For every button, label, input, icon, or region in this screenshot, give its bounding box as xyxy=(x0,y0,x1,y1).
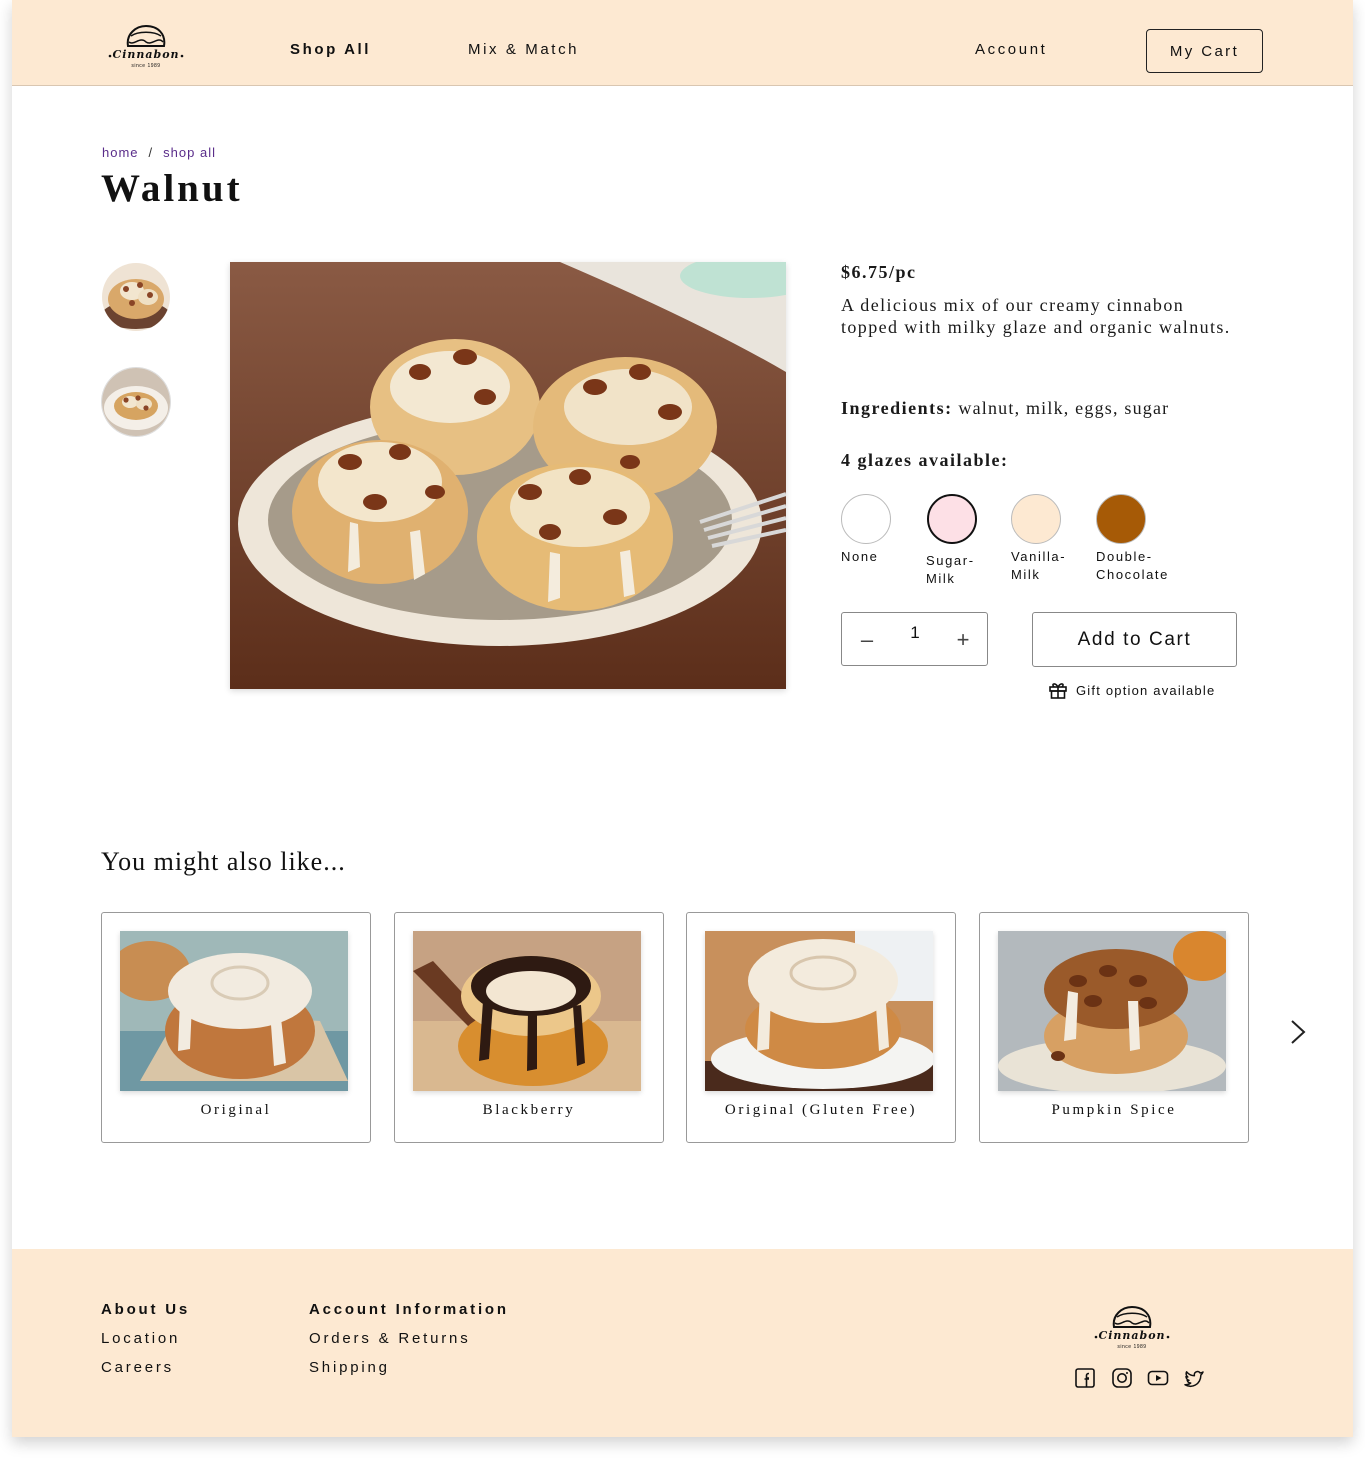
glazes-title: 4 glazes available: xyxy=(841,450,1009,470)
footer-about-heading: About Us xyxy=(101,1301,191,1318)
breadcrumb: home / shop all xyxy=(102,145,216,160)
ingredients-label: Ingredients: xyxy=(841,398,953,418)
product-card-label: Blackberry xyxy=(482,1102,576,1118)
product-card-original-gluten-free[interactable]: Original (Gluten Free) xyxy=(686,912,956,1143)
glaze-label-sugar-milk: Sugar-Milk xyxy=(926,553,975,586)
product-ingredients: Ingredients: walnut, milk, eggs, sugar xyxy=(841,398,1169,419)
gift-icon xyxy=(1049,683,1067,699)
brand-name: Cinnabon xyxy=(112,48,180,61)
product-card-pumpkin-spice[interactable]: Pumpkin Spice xyxy=(979,912,1249,1143)
product-card-image xyxy=(998,931,1226,1091)
footer-link-orders-returns[interactable]: Orders & Returns xyxy=(309,1330,509,1347)
quantity-value[interactable]: 1 xyxy=(897,623,933,643)
recommendations-title: You might also like... xyxy=(101,847,346,876)
cinnabon-logo[interactable]: Cinnabon since 1989 xyxy=(104,22,188,82)
gift-option-label: Gift option available xyxy=(1076,682,1216,698)
glaze-label-none: None xyxy=(841,549,879,564)
quantity-decrement-button[interactable]: – xyxy=(852,623,882,657)
glaze-label-vanilla-milk: Vanilla-Milk xyxy=(1011,549,1067,582)
nav-shop-all[interactable]: Shop All xyxy=(290,41,371,58)
quantity-increment-button[interactable]: + xyxy=(948,623,978,657)
breadcrumb-home[interactable]: home xyxy=(102,145,139,160)
nav-mix-match[interactable]: Mix & Match xyxy=(468,41,579,58)
glaze-swatch-none[interactable] xyxy=(841,494,891,544)
product-card-image xyxy=(705,931,933,1091)
site-footer: About Us Location Careers Account Inform… xyxy=(12,1249,1353,1437)
product-card-label: Original xyxy=(200,1102,272,1118)
footer-account-column: Account Information Orders & Returns Shi… xyxy=(309,1301,509,1388)
product-card-original[interactable]: Original xyxy=(101,912,371,1143)
glaze-swatch-sugar-milk[interactable] xyxy=(927,494,977,544)
product-title: Walnut xyxy=(101,167,243,210)
product-card-label: Original (Gluten Free) xyxy=(724,1102,918,1118)
breadcrumb-shop-all[interactable]: shop all xyxy=(163,145,216,160)
youtube-icon[interactable] xyxy=(1147,1367,1169,1389)
footer-link-location[interactable]: Location xyxy=(101,1330,190,1347)
footer-about-column: About Us Location Careers xyxy=(101,1301,190,1388)
my-cart-button[interactable]: My Cart xyxy=(1146,29,1263,73)
product-main-image xyxy=(230,262,786,689)
chevron-right-icon[interactable] xyxy=(1288,1017,1308,1047)
breadcrumb-separator: / xyxy=(148,145,154,160)
product-card-image xyxy=(120,931,348,1091)
footer-cinnabon-logo[interactable]: Cinnabon since 1989 xyxy=(1090,1303,1174,1363)
nav-account[interactable]: Account xyxy=(975,41,1047,58)
instagram-icon[interactable] xyxy=(1111,1367,1133,1389)
footer-brand-since: since 1989 xyxy=(1117,1344,1147,1350)
brand-since: since 1989 xyxy=(131,63,161,69)
product-card-label: Pumpkin Spice xyxy=(1051,1102,1177,1118)
product-card-image xyxy=(413,931,641,1091)
glaze-swatch-double-chocolate[interactable] xyxy=(1096,494,1146,544)
page: Cinnabon since 1989 Shop All Mix & Match… xyxy=(12,0,1353,1437)
footer-brand-name: Cinnabon xyxy=(1098,1329,1166,1342)
glaze-swatch-vanilla-milk[interactable] xyxy=(1011,494,1061,544)
product-card-blackberry[interactable]: Blackberry xyxy=(394,912,664,1143)
product-thumbnail-2[interactable] xyxy=(102,368,170,436)
gift-option: Gift option available xyxy=(1048,680,1215,700)
product-description: A delicious mix of our creamy cinnabon t… xyxy=(841,295,1231,337)
footer-link-careers[interactable]: Careers xyxy=(101,1359,190,1376)
quantity-stepper: – 1 + xyxy=(841,612,988,666)
footer-account-heading: Account Information xyxy=(309,1301,509,1318)
footer-link-shipping[interactable]: Shipping xyxy=(309,1359,509,1376)
product-price: $6.75/pc xyxy=(841,262,917,282)
twitter-icon[interactable] xyxy=(1183,1367,1205,1389)
facebook-icon[interactable] xyxy=(1074,1367,1096,1389)
ingredients-list: walnut, milk, eggs, sugar xyxy=(958,398,1170,418)
product-thumbnail-1[interactable] xyxy=(102,263,170,331)
site-header: Cinnabon since 1989 Shop All Mix & Match… xyxy=(12,0,1353,86)
glaze-label-double-chocolate: Double-Chocolate xyxy=(1096,549,1169,582)
add-to-cart-button[interactable]: Add to Cart xyxy=(1032,612,1237,667)
